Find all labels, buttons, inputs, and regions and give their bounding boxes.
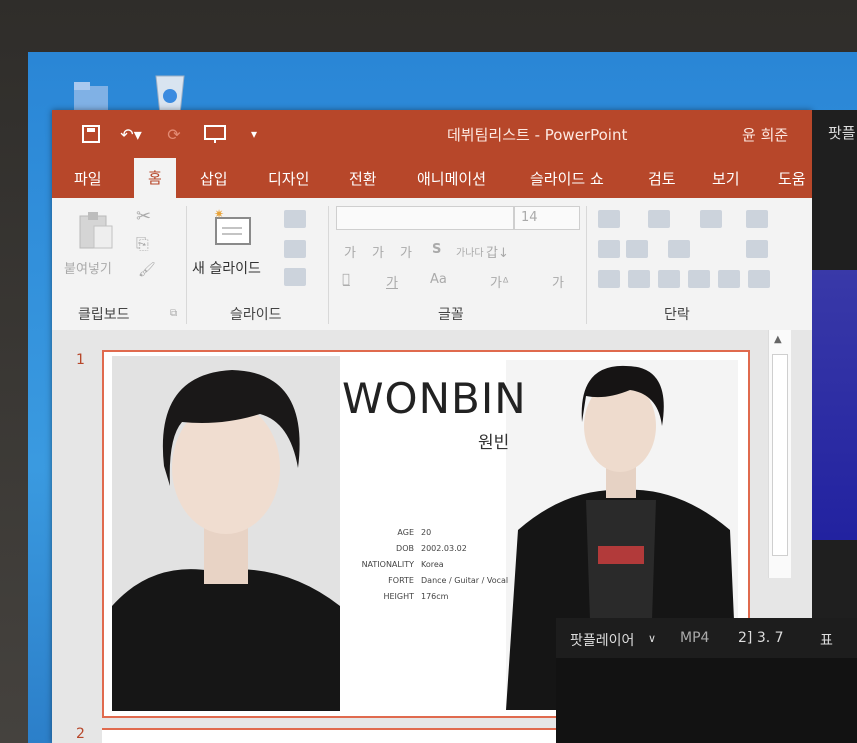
slideshow-start-icon[interactable]: [202, 122, 228, 146]
tab-view[interactable]: 보기: [712, 168, 740, 189]
side-window-title: 팟플: [828, 124, 856, 142]
distribute-icon[interactable]: [718, 270, 740, 288]
increase-font-icon[interactable]: 가ᐞ: [490, 272, 509, 291]
file-info-label: 2] 3. 7: [738, 630, 784, 646]
reset-icon[interactable]: [284, 240, 306, 258]
title-bar: ↶▾ ⟳ ▾ 데뷔팀리스트 - PowerPoint 윤 희준: [52, 110, 812, 158]
tab-home[interactable]: 홈: [134, 158, 176, 198]
decrease-indent-icon[interactable]: [598, 240, 620, 258]
info-key-height: HEIGHT: [383, 592, 414, 601]
svg-text:✷: ✷: [214, 208, 224, 221]
group-label-clipboard: 클립보드: [78, 307, 130, 323]
user-name[interactable]: 윤 희준: [742, 124, 788, 145]
tab-transitions[interactable]: 전환: [349, 168, 377, 189]
tab-animations[interactable]: 애니메이션: [417, 168, 486, 189]
slide-title: WONBIN: [342, 374, 527, 423]
ribbon: 붙여넣기 ✂ ⎘ 🖌 클립보드 ⧉ ✷ 새 슬라이드 슬라이드 14 가 가 가…: [52, 198, 812, 331]
tab-file[interactable]: 파일: [74, 168, 102, 189]
ribbon-tabs: 파일 홈 삽입 디자인 전환 애니메이션 슬라이드 쇼 검토 보기 도움: [52, 158, 812, 198]
change-case-icon[interactable]: 갑↓: [486, 242, 509, 261]
new-slide-icon[interactable]: ✷: [212, 207, 256, 248]
info-key-nationality: NATIONALITY: [361, 560, 414, 569]
copy-icon[interactable]: ⎘: [136, 234, 149, 254]
player-toolbar: 팟플레이어 ∨ MP4 2] 3. 7 표: [556, 618, 857, 658]
font-size-value: 14: [521, 210, 538, 225]
info-key-age: AGE: [397, 528, 414, 537]
numbering-icon[interactable]: [648, 210, 670, 228]
cut-icon[interactable]: ✂: [136, 206, 151, 227]
format-painter-icon[interactable]: 🖌: [138, 262, 156, 278]
align-left-icon[interactable]: [598, 270, 620, 288]
window-title: 데뷔팀리스트 - PowerPoint: [447, 126, 628, 144]
smartart-icon[interactable]: [748, 270, 770, 288]
group-divider: [328, 206, 329, 324]
portrait-photo-left: [112, 356, 340, 711]
scroll-thumb[interactable]: [772, 354, 788, 556]
info-value-age: 20: [421, 528, 432, 537]
redo-icon[interactable]: ⟳: [162, 122, 186, 146]
text-highlight-icon[interactable]: 가̲: [342, 272, 350, 287]
increase-indent-icon[interactable]: [626, 240, 648, 258]
player-menu-button[interactable]: 팟플레이어: [570, 630, 634, 650]
info-value-dob: 2002.03.02: [421, 544, 467, 553]
new-slide-label[interactable]: 새 슬라이드: [192, 258, 261, 278]
info-key-forte: FORTE: [388, 576, 414, 585]
line-spacing-icon[interactable]: [700, 210, 722, 228]
info-value-forte: Dance / Guitar / Vocal: [421, 576, 509, 585]
potplayer-side-window: 팟플: [812, 110, 857, 630]
customize-quick-access-icon[interactable]: ▾: [246, 122, 262, 146]
tab-help[interactable]: 도움: [778, 168, 806, 189]
decrease-font-icon[interactable]: 가: [552, 272, 564, 291]
align-right-icon[interactable]: [658, 270, 680, 288]
tab-slideshow[interactable]: 슬라이드 쇼: [530, 168, 604, 189]
group-divider: [586, 206, 587, 324]
scroll-up-icon[interactable]: ▲: [774, 334, 782, 345]
info-value-height: 176cm: [421, 592, 449, 601]
slide-thumbnail[interactable]: [102, 728, 562, 743]
font-family-dropdown[interactable]: [336, 206, 514, 230]
video-preview: [812, 270, 857, 540]
paste-label[interactable]: 붙여넣기: [64, 258, 112, 277]
vertical-scrollbar[interactable]: ▲: [768, 330, 791, 578]
align-text-icon[interactable]: [746, 240, 768, 258]
layout-icon[interactable]: [284, 210, 306, 228]
justify-icon[interactable]: [688, 270, 710, 288]
font-color-icon[interactable]: 가: [386, 272, 398, 291]
font-size-dropdown[interactable]: 14: [514, 206, 580, 230]
chevron-down-icon[interactable]: ∨: [648, 632, 656, 645]
shadow-icon[interactable]: S: [432, 242, 441, 257]
bullets-icon[interactable]: [598, 210, 620, 228]
undo-icon[interactable]: ↶▾: [116, 122, 146, 146]
tab-design[interactable]: 디자인: [268, 168, 309, 189]
format-label: MP4: [680, 630, 710, 646]
font-grow-icon[interactable]: 가: [344, 242, 356, 261]
char-spacing-icon[interactable]: 가나다: [456, 244, 484, 259]
paste-icon[interactable]: [76, 210, 116, 250]
slide-number: 2: [76, 726, 85, 742]
align-center-icon[interactable]: [628, 270, 650, 288]
dialog-launcher-icon[interactable]: ⧉: [170, 308, 177, 319]
player-extra-label[interactable]: 표: [820, 630, 833, 650]
info-key-dob: DOB: [396, 544, 414, 553]
tab-review[interactable]: 검토: [648, 168, 676, 189]
info-value-nationality: Korea: [421, 560, 444, 569]
font-shrink-icon[interactable]: 가: [372, 242, 384, 261]
slide-number: 1: [76, 352, 85, 368]
group-label-font: 글꼴: [438, 307, 464, 323]
group-label-paragraph: 단락: [664, 307, 690, 323]
columns-icon[interactable]: [746, 210, 768, 228]
group-divider: [186, 206, 187, 324]
text-case-icon[interactable]: Aa: [430, 272, 447, 287]
potplayer-bar: 팟플레이어 ∨ MP4 2] 3. 7 표: [556, 618, 857, 743]
clear-format-icon[interactable]: 가: [400, 242, 412, 261]
slide-subtitle: 원빈: [478, 433, 510, 453]
save-icon[interactable]: [80, 122, 102, 146]
section-icon[interactable]: [284, 268, 306, 286]
text-direction-icon[interactable]: [668, 240, 690, 258]
group-label-slides: 슬라이드: [230, 307, 282, 323]
tab-insert[interactable]: 삽입: [200, 168, 228, 189]
